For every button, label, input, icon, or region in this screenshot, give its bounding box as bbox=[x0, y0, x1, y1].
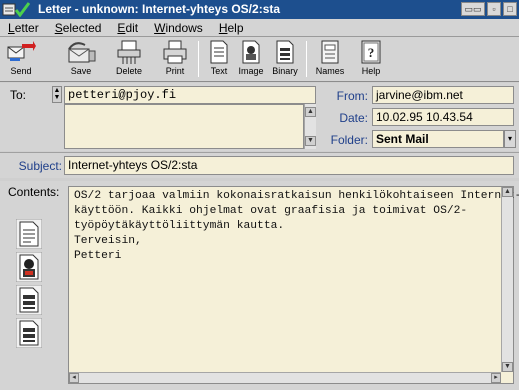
text-document-icon bbox=[210, 40, 228, 64]
contents-label: Contents: bbox=[8, 185, 60, 199]
delete-button[interactable]: Delete bbox=[112, 39, 146, 79]
menu-selected[interactable]: Selected bbox=[55, 19, 102, 36]
printer-icon bbox=[163, 40, 187, 64]
scroll-up-icon[interactable]: ▲ bbox=[502, 187, 513, 197]
dropdown-arrow-icon[interactable]: ▾ bbox=[504, 130, 516, 148]
menu-edit[interactable]: Edit bbox=[117, 19, 138, 36]
shredder-icon bbox=[117, 40, 141, 64]
body-line: OS/2 tarjoaa valmiin kokonaisratkaisun h… bbox=[74, 190, 519, 202]
body-line: käyttöön. Kaikki ohjelmat ovat graafisia… bbox=[74, 205, 468, 217]
subject-row: Subject: Internet-yhteys OS/2:sta bbox=[0, 152, 519, 178]
cc-field[interactable] bbox=[64, 104, 304, 149]
recipient-spin-icon[interactable]: ▲ ▼ bbox=[52, 86, 62, 103]
print-button[interactable]: Print bbox=[160, 39, 190, 79]
address-book-icon bbox=[321, 40, 339, 64]
image-document-icon[interactable] bbox=[16, 252, 42, 282]
maximize-icon[interactable]: □ bbox=[503, 2, 517, 16]
names-button[interactable]: Names bbox=[312, 39, 348, 79]
header-fields: To: ▲ ▼ petteri@pjoy.fi ▲ ▼ From: jarvine… bbox=[0, 83, 519, 151]
delete-label: Delete bbox=[115, 66, 142, 76]
save-button[interactable]: Save bbox=[64, 39, 98, 79]
text-button[interactable]: Text bbox=[206, 39, 232, 79]
mail-check-icon[interactable] bbox=[2, 2, 30, 17]
cc-scrollbar[interactable]: ▲ ▼ bbox=[304, 104, 316, 149]
to-label: To: bbox=[10, 88, 27, 102]
binary-document-icon[interactable] bbox=[16, 285, 42, 315]
scroll-left-icon[interactable]: ◂ bbox=[69, 373, 79, 383]
names-label: Names bbox=[315, 66, 345, 76]
scroll-up-icon[interactable]: ▲ bbox=[305, 107, 316, 117]
menu-letter[interactable]: Letter bbox=[8, 19, 39, 36]
image-button[interactable]: Image bbox=[236, 39, 266, 79]
help-button[interactable]: ? Help bbox=[356, 39, 386, 79]
window-title: Letter - unknown: Internet-yhteys OS/2:s… bbox=[38, 2, 281, 16]
send-button[interactable]: Send bbox=[4, 39, 38, 79]
help-label: Help bbox=[361, 66, 381, 76]
body-horizontal-scrollbar[interactable]: ◂ ▸ bbox=[69, 372, 501, 383]
send-icon bbox=[7, 41, 36, 61]
binary-button[interactable]: Binary bbox=[268, 39, 302, 79]
from-field[interactable]: jarvine@ibm.net bbox=[372, 86, 514, 104]
send-label: Send bbox=[10, 66, 32, 76]
binary-document-icon bbox=[276, 40, 294, 64]
contents-area: Contents: OS/2 tarjoaa valmiin kokonaisr… bbox=[0, 181, 519, 390]
scroll-down-icon[interactable]: ▼ bbox=[305, 136, 316, 146]
svg-text:?: ? bbox=[368, 45, 375, 60]
subject-field[interactable]: Internet-yhteys OS/2:sta bbox=[64, 156, 514, 175]
scroll-right-icon[interactable]: ▸ bbox=[491, 373, 501, 383]
text-label: Text bbox=[210, 66, 228, 76]
save-label: Save bbox=[70, 66, 92, 76]
folder-dropdown[interactable]: Sent Mail bbox=[372, 130, 504, 148]
body-line: työpöytäkäyttöliittymän kautta. bbox=[74, 220, 285, 232]
help-book-icon: ? bbox=[361, 40, 381, 64]
subject-label: Subject: bbox=[18, 159, 62, 173]
print-label: Print bbox=[165, 66, 185, 76]
message-body[interactable]: OS/2 tarjoaa valmiin kokonaisratkaisun h… bbox=[68, 186, 519, 384]
title-bar[interactable]: Letter - unknown: Internet-yhteys OS/2:s… bbox=[0, 0, 519, 19]
date-field: 10.02.95 10.43.54 bbox=[372, 108, 514, 126]
menu-windows[interactable]: Windows bbox=[154, 19, 203, 36]
image-document-icon bbox=[242, 40, 260, 64]
body-line: Petteri bbox=[74, 250, 122, 262]
body-line: Terveisin, bbox=[74, 235, 142, 247]
menu-bar: Letter Selected Edit Windows Help bbox=[0, 19, 519, 37]
binary-document-icon[interactable] bbox=[16, 318, 42, 348]
to-field[interactable]: petteri@pjoy.fi bbox=[64, 86, 316, 104]
body-vertical-scrollbar[interactable]: ▲ ▼ bbox=[501, 187, 513, 372]
toolbar: Send Save Delete Print Text Image Binary… bbox=[0, 37, 519, 82]
menu-help[interactable]: Help bbox=[219, 19, 244, 36]
scroll-down-icon[interactable]: ▼ bbox=[502, 362, 513, 372]
message-text[interactable]: OS/2 tarjoaa valmiin kokonaisratkaisun h… bbox=[74, 189, 519, 264]
toolbar-separator bbox=[306, 41, 307, 77]
date-label: Date: bbox=[339, 111, 368, 125]
binary-label: Binary bbox=[272, 66, 298, 76]
image-label: Image bbox=[238, 66, 264, 76]
from-label: From: bbox=[336, 89, 368, 103]
text-document-icon[interactable] bbox=[16, 219, 42, 249]
hide-window-icon[interactable]: ▭▭ bbox=[461, 2, 485, 16]
save-mail-icon bbox=[68, 42, 96, 63]
folder-label: Folder: bbox=[330, 133, 368, 147]
toolbar-separator bbox=[198, 41, 199, 77]
minimize-icon[interactable]: ▫ bbox=[487, 2, 501, 16]
